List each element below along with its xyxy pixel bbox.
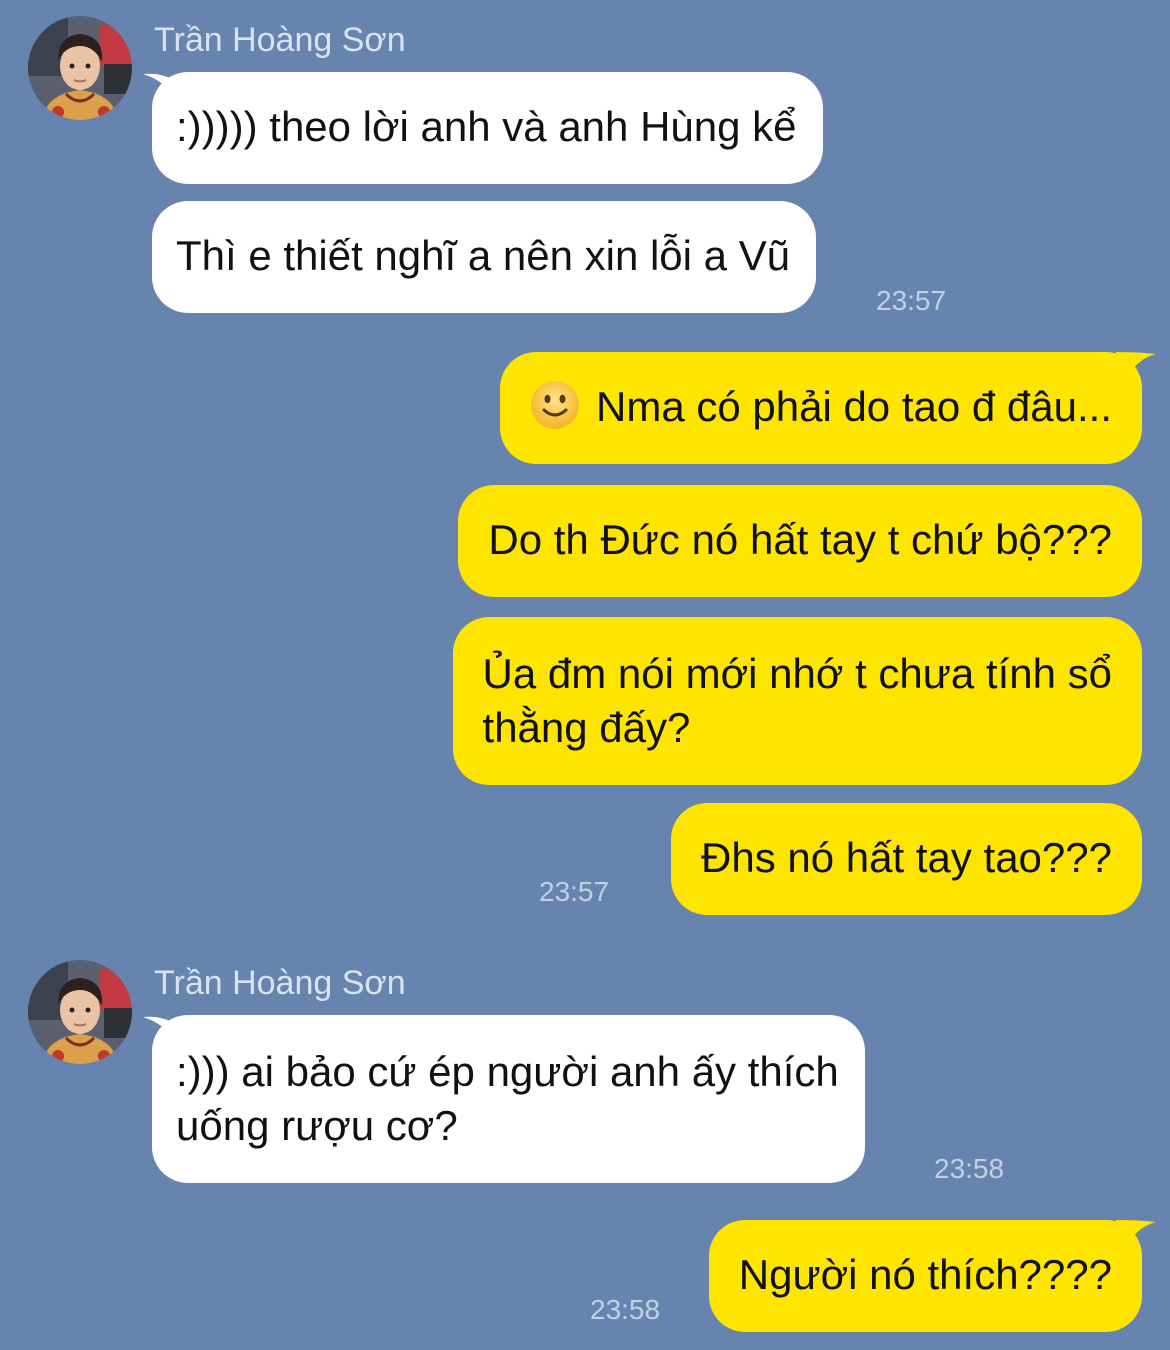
message-text-line: :))) ai bảo cứ ép người anh ấy thích bbox=[176, 1048, 839, 1095]
sender-name: Trần Hoàng Sơn bbox=[154, 21, 406, 59]
message-text: Người nó thích???? bbox=[738, 1251, 1112, 1298]
message-bubble-outgoing[interactable]: Ủa đm nói mới nhớ t chưa tính sổ thằng đ… bbox=[452, 617, 1142, 785]
message-bubble-outgoing[interactable]: Đhs nó hất tay tao??? bbox=[671, 803, 1142, 915]
message-bubble-incoming[interactable]: Thì e thiết nghĩ a nên xin lỗi a Vũ bbox=[152, 201, 817, 313]
avatar-photo bbox=[28, 960, 132, 1064]
message-bubble-incoming[interactable]: :))) ai bảo cứ ép người anh ấy thích uốn… bbox=[152, 1015, 865, 1183]
avatar-photo bbox=[28, 16, 132, 120]
message-text: Nma có phải do tao đ đâu... bbox=[596, 383, 1112, 430]
contact-avatar[interactable] bbox=[28, 960, 132, 1064]
message-bubble-incoming[interactable]: :))))) theo lời anh và anh Hùng kể bbox=[152, 72, 823, 184]
message-bubble-outgoing[interactable]: Người nó thích???? bbox=[708, 1220, 1142, 1332]
message-text: :))))) theo lời anh và anh Hùng kể bbox=[176, 103, 797, 150]
sender-name: Trần Hoàng Sơn bbox=[154, 964, 406, 1002]
contact-avatar[interactable] bbox=[28, 16, 132, 120]
message-text: Thì e thiết nghĩ a nên xin lỗi a Vũ bbox=[176, 232, 791, 279]
message-timestamp: 23:57 bbox=[539, 876, 610, 907]
message-text-line: thằng đấy? bbox=[482, 704, 691, 751]
message-timestamp: 23:58 bbox=[590, 1294, 661, 1325]
message-text-line: uống rượu cơ? bbox=[176, 1102, 458, 1149]
message-text: Đhs nó hất tay tao??? bbox=[701, 834, 1112, 881]
slightly-smiling-face-icon bbox=[531, 381, 579, 429]
message-timestamp: 23:58 bbox=[934, 1153, 1005, 1184]
message-timestamp: 23:57 bbox=[876, 285, 947, 316]
message-bubble-outgoing[interactable]: Do th Đức nó hất tay t chứ bộ??? bbox=[458, 485, 1142, 597]
message-text-line: Ủa đm nói mới nhớ t chưa tính sổ bbox=[482, 650, 1112, 697]
message-bubble-outgoing[interactable]: Nma có phải do tao đ đâu... bbox=[500, 352, 1142, 464]
message-text: Do th Đức nó hất tay t chứ bộ??? bbox=[488, 516, 1112, 563]
